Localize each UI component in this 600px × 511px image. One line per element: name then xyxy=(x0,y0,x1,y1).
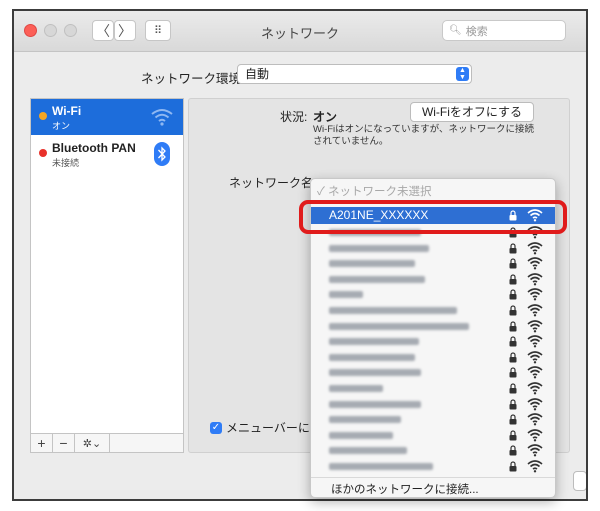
wifi-signal-icon xyxy=(527,288,543,301)
lock-icon xyxy=(509,367,517,378)
advanced-button[interactable] xyxy=(573,471,586,491)
service-name: Bluetooth PAN xyxy=(52,141,136,155)
status-dot xyxy=(39,149,47,157)
search-field[interactable]: 🔍︎ 検索 xyxy=(442,20,566,41)
network-item[interactable] xyxy=(311,241,555,256)
status-dot xyxy=(39,112,47,120)
obscured-network-name xyxy=(329,260,415,268)
wifi-signal-icon xyxy=(527,304,543,317)
remove-service-button[interactable]: − xyxy=(53,434,75,452)
turn-wifi-off-button[interactable]: Wi-Fiをオフにする xyxy=(410,102,534,122)
add-service-button[interactable]: + xyxy=(31,434,53,452)
lock-icon xyxy=(509,258,517,269)
lock-icon xyxy=(509,383,517,394)
wifi-signal-icon xyxy=(527,319,543,333)
highlight-annotation xyxy=(299,200,567,234)
obscured-network-name xyxy=(329,353,415,361)
other-networks-item[interactable]: ほかのネットワークに接続... xyxy=(331,481,479,497)
obscured-network-name xyxy=(329,307,457,314)
obscured-network-name xyxy=(329,431,393,439)
location-label: ネットワーク環境: xyxy=(141,72,245,86)
network-name-label: ネットワーク名 xyxy=(229,176,314,190)
network-item[interactable] xyxy=(311,365,555,380)
wifi-signal-icon xyxy=(527,366,543,379)
wifi-signal-icon xyxy=(527,413,543,426)
search-placeholder: 検索 xyxy=(465,25,488,38)
wifi-signal-icon xyxy=(527,241,543,255)
service-list: Wi-Fi オン Bluetooth PAN 未接続 xyxy=(30,98,184,453)
lock-icon xyxy=(509,321,517,332)
status-description: Wi-Fiはオンになっていますが、ネットワークに接続されていません。 xyxy=(313,124,534,147)
obscured-network-name xyxy=(329,369,421,377)
status-value: オン xyxy=(313,110,338,124)
action-menu-button[interactable]: ✲⌄ xyxy=(75,434,110,452)
service-item-wifi[interactable]: Wi-Fi オン xyxy=(31,99,183,135)
title-bar: 〈 〉 ⠿ ネットワーク 🔍︎ 検索 xyxy=(14,11,586,52)
service-name: Wi-Fi xyxy=(52,104,82,118)
select-stepper-icon: ▲ ▼ xyxy=(456,67,469,81)
no-network-selected-item[interactable]: ✓ ネットワーク未選択 xyxy=(317,183,432,199)
menubar-checkbox[interactable]: ✓ xyxy=(210,421,222,434)
lock-icon xyxy=(509,352,517,363)
network-item[interactable] xyxy=(311,428,555,443)
wifi-signal-icon xyxy=(527,460,543,473)
obscured-network-name xyxy=(329,463,433,470)
network-item[interactable] xyxy=(311,350,555,365)
status-label: 状況: xyxy=(280,110,308,124)
obscured-network-name xyxy=(329,275,425,283)
location-value: 自動 xyxy=(245,67,270,81)
obscured-network-name xyxy=(329,244,429,252)
service-status: 未接続 xyxy=(52,158,80,168)
wifi-signal-icon xyxy=(527,429,543,442)
wifi-signal-icon xyxy=(527,257,543,270)
wifi-signal-icon xyxy=(527,351,543,364)
service-list-toolbar: + − ✲⌄ xyxy=(30,433,184,453)
wifi-signal-icon xyxy=(527,444,543,457)
lock-icon xyxy=(509,461,517,472)
lock-icon xyxy=(509,445,517,456)
lock-icon xyxy=(509,430,517,441)
lock-icon xyxy=(509,305,517,316)
network-item[interactable] xyxy=(311,412,555,427)
network-item[interactable] xyxy=(311,303,555,318)
obscured-network-name xyxy=(329,447,407,455)
lock-icon xyxy=(509,414,517,425)
obscured-network-name xyxy=(329,400,421,408)
lock-icon xyxy=(509,274,517,285)
network-item[interactable] xyxy=(311,256,555,271)
wifi-signal-icon xyxy=(527,335,543,348)
lock-icon xyxy=(509,399,517,410)
wifi-signal-icon xyxy=(527,397,543,411)
lock-icon xyxy=(509,243,517,254)
location-select[interactable]: 自動 ▲ ▼ xyxy=(237,64,472,84)
wifi-icon xyxy=(151,109,173,126)
obscured-network-name xyxy=(329,322,469,330)
service-status: オン xyxy=(52,121,71,131)
menu-separator xyxy=(311,477,555,478)
network-item[interactable] xyxy=(311,381,555,396)
network-item[interactable] xyxy=(311,287,555,302)
bluetooth-icon xyxy=(154,142,170,166)
network-item[interactable] xyxy=(311,397,555,412)
network-item[interactable] xyxy=(311,319,555,334)
network-item[interactable] xyxy=(311,334,555,349)
obscured-network-name xyxy=(329,416,401,424)
obscured-network-name xyxy=(329,385,383,392)
wifi-signal-icon xyxy=(527,382,543,395)
lock-icon xyxy=(509,336,517,347)
obscured-network-name xyxy=(329,338,419,346)
wifi-signal-icon xyxy=(527,273,543,286)
service-item-bluetooth-pan[interactable]: Bluetooth PAN 未接続 xyxy=(31,136,183,172)
network-item[interactable] xyxy=(311,459,555,474)
network-item[interactable] xyxy=(311,272,555,287)
network-item[interactable] xyxy=(311,443,555,458)
obscured-network-name xyxy=(329,291,363,299)
lock-icon xyxy=(509,289,517,300)
search-icon: 🔍︎ xyxy=(449,25,462,36)
